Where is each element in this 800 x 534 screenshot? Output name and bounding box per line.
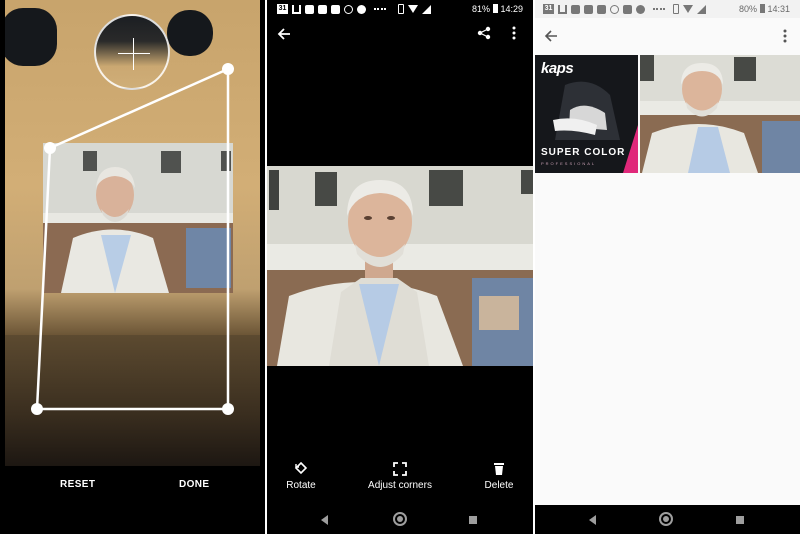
app-n-icon	[558, 4, 567, 14]
thumbnail-portrait[interactable]	[640, 55, 800, 173]
share-icon[interactable]	[477, 26, 491, 40]
photo-icon	[318, 4, 327, 14]
crop-screen: RESET DONE	[0, 0, 265, 534]
gallery-toolbar	[535, 18, 800, 54]
gallery-screen: 31 80% 14:31 kaps SUPER COLOR PROFESSION…	[535, 0, 800, 534]
battery-percent: 80%	[738, 4, 757, 14]
vibrate-icon	[398, 4, 404, 14]
calendar-icon: 31	[277, 4, 288, 14]
preview-toolbar	[267, 18, 533, 50]
gmail-icon	[305, 4, 314, 14]
clock: 14:31	[767, 4, 790, 14]
status-bar: 31 80% 14:31	[535, 0, 800, 18]
trash-icon	[494, 463, 504, 475]
nav-recent-icon[interactable]	[469, 516, 477, 524]
back-arrow-icon[interactable]	[544, 29, 558, 43]
app-dot-icon	[636, 4, 645, 14]
nav-home-icon[interactable]	[659, 512, 673, 526]
nav-back-icon[interactable]	[321, 515, 328, 525]
kaps-logo: kaps	[541, 60, 574, 77]
gallery-icon	[623, 4, 632, 14]
more-notifications-icon	[653, 8, 665, 10]
battery-icon	[493, 4, 498, 13]
scanned-photo	[267, 166, 533, 366]
back-arrow-icon[interactable]	[277, 27, 291, 41]
calendar-icon: 31	[543, 4, 554, 14]
kaps-subline: PROFESSIONAL	[541, 161, 597, 166]
nav-recent-icon[interactable]	[736, 516, 744, 524]
rotate-label: Rotate	[286, 480, 316, 491]
portrait-image	[640, 55, 800, 173]
adjust-corners-label: Adjust corners	[368, 480, 432, 491]
rotate-button[interactable]: Rotate	[281, 462, 321, 491]
image-icon	[331, 4, 340, 14]
kaps-headline: SUPER COLOR	[541, 147, 626, 158]
corner-handle-bottom-left[interactable]	[31, 403, 43, 415]
photo-icon	[584, 4, 593, 14]
crop-corners-icon	[393, 462, 407, 476]
corner-handle-top-right[interactable]	[222, 63, 234, 75]
crop-bottom-bar	[0, 466, 265, 534]
scanned-photo-image	[267, 166, 533, 366]
more-notifications-icon	[374, 8, 386, 10]
signal-icon	[697, 4, 706, 14]
thumbnail-kaps[interactable]: kaps SUPER COLOR PROFESSIONAL	[535, 55, 638, 173]
clock: 14:29	[500, 4, 523, 14]
wifi-icon	[408, 5, 418, 13]
nav-back-icon[interactable]	[589, 515, 596, 525]
signal-icon	[422, 4, 431, 14]
reset-button[interactable]: RESET	[60, 479, 95, 490]
nav-bar	[267, 505, 533, 534]
more-vert-icon[interactable]	[782, 29, 788, 43]
battery-percent: 81%	[471, 4, 490, 14]
edit-actions: Rotate Adjust corners Delete	[267, 462, 533, 502]
app-dot-icon	[357, 4, 366, 14]
delete-label: Delete	[484, 480, 514, 491]
preview-screen: 31 81% 14:29 Rotate Adjust corners Delet…	[267, 0, 533, 534]
nav-bar	[535, 505, 800, 534]
gmail-icon	[571, 4, 580, 14]
done-button[interactable]: DONE	[179, 479, 210, 490]
delete-button[interactable]: Delete	[479, 462, 519, 491]
app-n-icon	[292, 4, 301, 14]
adjust-corners-button[interactable]: Adjust corners	[363, 462, 437, 491]
status-bar: 31 81% 14:29	[267, 0, 533, 18]
battery-icon	[760, 4, 765, 13]
corner-handle-bottom-right[interactable]	[222, 403, 234, 415]
rotate-icon	[294, 462, 308, 475]
whatsapp-icon	[610, 4, 619, 14]
whatsapp-icon	[344, 4, 353, 14]
more-vert-icon[interactable]	[511, 26, 517, 40]
image-icon	[597, 4, 606, 14]
corner-handle-top-left[interactable]	[44, 142, 56, 154]
wifi-icon	[683, 5, 693, 13]
vibrate-icon	[673, 4, 679, 14]
nav-home-icon[interactable]	[393, 512, 407, 526]
